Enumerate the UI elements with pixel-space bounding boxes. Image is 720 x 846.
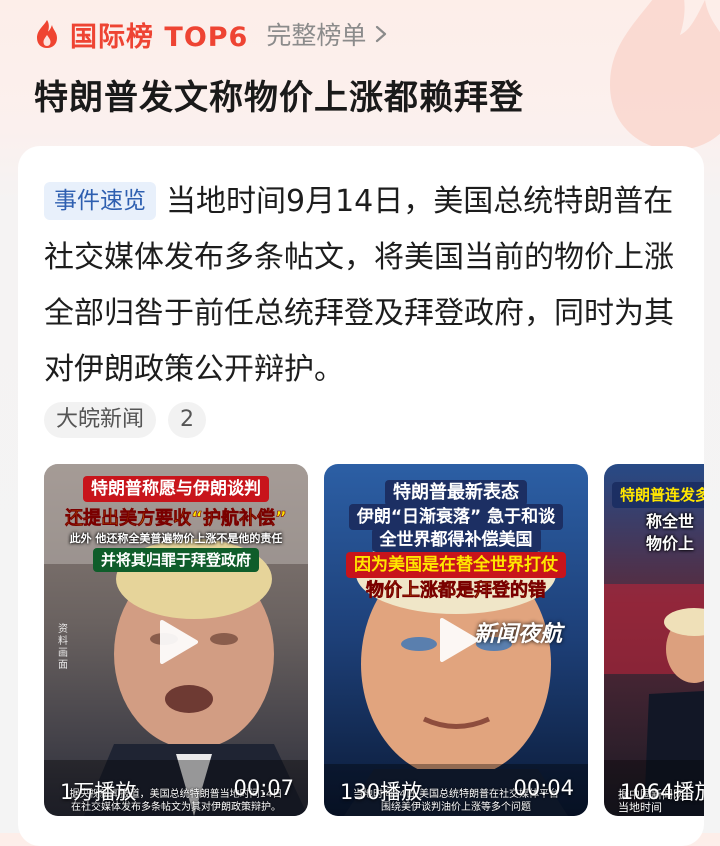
play-icon[interactable] bbox=[428, 612, 484, 668]
headline[interactable]: 特朗普发文称物价上涨都赖拜登 bbox=[34, 70, 524, 119]
video-caption-line: 物价上 bbox=[646, 534, 695, 553]
video-caption-line: 还提出美方要收“护航补偿” bbox=[65, 508, 287, 530]
video-duration: 00:04 bbox=[513, 776, 574, 800]
view-count: 1万播放 bbox=[60, 780, 137, 804]
play-icon[interactable] bbox=[148, 614, 204, 670]
video-card[interactable]: 特朗普称愿与伊朗谈判 还提出美方要收“护航补偿” 此外 他还称全美普遍物价上涨不… bbox=[44, 464, 308, 816]
news-card: 事件速览 当地时间9月14日，美国总统特朗普在社交媒体发布多条帖文，将美国当前的物… bbox=[18, 146, 704, 846]
video-card[interactable]: 特朗普连发多 称全世 物价上 据中国新闻网 当地时间 1064播放 bbox=[604, 464, 704, 816]
full-list-label: 完整榜单 bbox=[266, 21, 367, 50]
video-caption-line: 特朗普称愿与伊朗谈判 bbox=[83, 476, 269, 502]
source-count-pill[interactable]: 2 bbox=[168, 402, 207, 438]
view-count: 130播放 bbox=[340, 780, 423, 804]
full-list-link[interactable]: 完整榜单 bbox=[266, 16, 388, 52]
video-duration: 00:07 bbox=[233, 776, 294, 800]
ranking-title: 国际榜 TOP6 bbox=[70, 21, 249, 53]
video-caption-line: 伊朗“日渐衰落” 急于和谈 bbox=[348, 504, 564, 530]
video-card[interactable]: 特朗普最新表态 伊朗“日渐衰落” 急于和谈 全世界都得补偿美国 因为美国是在替全… bbox=[324, 464, 588, 816]
ranking-header: 国际榜 TOP6 完整榜单 bbox=[34, 14, 388, 54]
flame-icon bbox=[37, 20, 57, 48]
video-caption-line: 特朗普最新表态 bbox=[385, 480, 527, 506]
video-caption-line: 全世界都得补偿美国 bbox=[371, 528, 541, 552]
event-summary: 事件速览 当地时间9月14日，美国总统特朗普在社交媒体发布多条帖文，将美国当前的物… bbox=[44, 174, 674, 398]
event-overview-tag[interactable]: 事件速览 bbox=[44, 182, 156, 220]
video-caption-line: 因为美国是在替全世界打仗 bbox=[346, 552, 566, 578]
video-meta: 130播放 00:04 bbox=[340, 776, 574, 806]
view-count: 1064播放 bbox=[620, 780, 704, 804]
source-pill[interactable]: 大皖新闻 bbox=[44, 402, 157, 438]
chevron-right-icon bbox=[376, 25, 387, 43]
background-flame-decoration bbox=[610, 0, 720, 150]
video-caption-line: 并将其归罪于拜登政府 bbox=[92, 548, 259, 572]
video-meta: 1万播放 00:07 bbox=[60, 776, 294, 806]
video-caption-line: 称全世 bbox=[646, 512, 695, 531]
video-caption-line: 此外 他还称全美普遍物价上涨不是他的责任 bbox=[69, 532, 283, 545]
video-carousel[interactable]: 特朗普称愿与伊朗谈判 还提出美方要收“护航补偿” 此外 他还称全美普遍物价上涨不… bbox=[44, 464, 704, 816]
source-row: 大皖新闻 2 bbox=[44, 402, 207, 438]
video-meta: 1064播放 bbox=[620, 776, 704, 806]
footage-source-label: 资料画面 bbox=[58, 624, 68, 671]
video-caption-line: 物价上涨都是拜登的错 bbox=[366, 580, 547, 602]
channel-logo: 新闻夜航 bbox=[474, 622, 563, 647]
video-caption-line: 特朗普连发多 bbox=[612, 482, 704, 508]
